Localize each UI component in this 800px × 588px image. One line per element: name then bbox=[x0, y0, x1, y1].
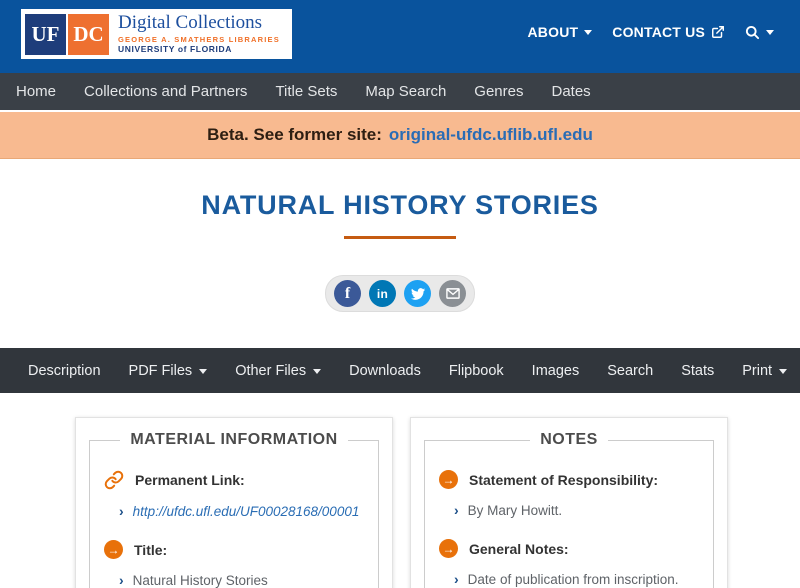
beta-banner: Beta. See former site: original-ufdc.ufl… bbox=[0, 112, 800, 159]
chevron-right-icon: › bbox=[454, 571, 459, 587]
chevron-down-icon bbox=[313, 368, 322, 378]
header-menu: ABOUT CONTACT US bbox=[517, 20, 784, 44]
toolbar-print[interactable]: Print bbox=[728, 363, 800, 379]
arrow-circle-icon: → bbox=[439, 470, 458, 489]
metadata-label-text: Statement of Responsibility: bbox=[469, 471, 659, 488]
menu-item-contact-us[interactable]: CONTACT US bbox=[602, 20, 735, 44]
toolbar-item-label: Description bbox=[28, 362, 101, 379]
nav-item-collections-and-partners[interactable]: Collections and Partners bbox=[70, 74, 261, 109]
chevron-down-icon bbox=[766, 30, 774, 39]
menu-item-label: CONTACT US bbox=[612, 24, 705, 40]
nav-item-home[interactable]: Home bbox=[2, 74, 70, 109]
panel-fieldset: NOTES → Statement of Responsibility: › By Ma… bbox=[424, 431, 714, 588]
metadata-value-row: › Natural History Stories bbox=[119, 572, 364, 588]
beta-banner-text: Beta. See former site: bbox=[207, 125, 382, 144]
chevron-right-icon: › bbox=[119, 572, 124, 588]
chevron-right-icon: › bbox=[454, 502, 459, 518]
search-icon bbox=[745, 25, 760, 40]
toolbar-other-files[interactable]: Other Files bbox=[221, 363, 335, 379]
panel-notes: NOTES → Statement of Responsibility: › By Ma… bbox=[410, 417, 728, 588]
metadata-value-row: › By Mary Howitt. bbox=[454, 502, 699, 518]
item-toolbar: Description PDF Files Other Files Downloads… bbox=[0, 348, 800, 393]
metadata-label-text: General Notes: bbox=[469, 540, 569, 557]
arrow-circle-icon: → bbox=[439, 539, 458, 558]
metadata-value-text: By Mary Howitt. bbox=[467, 503, 563, 518]
metadata-value-text: Natural History Stories bbox=[132, 573, 268, 588]
former-site-link[interactable]: original-ufdc.uflib.ufl.edu bbox=[389, 125, 593, 145]
metadata-label-title: → Title: bbox=[104, 540, 364, 559]
toolbar-pdf-files[interactable]: PDF Files bbox=[115, 363, 222, 379]
toolbar-item-label: Print bbox=[742, 362, 773, 379]
permanent-link[interactable]: http://ufdc.ufl.edu/UF00028168/00001 bbox=[133, 504, 360, 519]
toolbar-downloads[interactable]: Downloads bbox=[335, 363, 435, 379]
nav-item-map-search[interactable]: Map Search bbox=[351, 74, 460, 109]
panels: MATERIAL INFORMATION Permanent Link: › http… bbox=[0, 393, 800, 588]
metadata-value-text: Date of publication from inscription. bbox=[467, 572, 679, 587]
share-email-button[interactable] bbox=[439, 280, 466, 307]
toolbar-description[interactable]: Description bbox=[14, 363, 115, 379]
metadata-label-text: Title: bbox=[134, 541, 168, 558]
dc-logo-mark: DC bbox=[68, 13, 109, 55]
chevron-down-icon bbox=[584, 30, 593, 39]
metadata-label-statement-of-responsibility: → Statement of Responsibility: bbox=[439, 470, 699, 489]
page: UF DC Digital Collections GEORGE A. SMAT… bbox=[0, 0, 800, 588]
link-icon bbox=[104, 470, 124, 490]
page-title: NATURAL HISTORY STORIES bbox=[201, 190, 599, 220]
chevron-down-icon bbox=[779, 368, 788, 378]
share-linkedin-button[interactable]: in bbox=[369, 280, 396, 307]
hero: NATURAL HISTORY STORIES f in bbox=[0, 159, 800, 312]
metadata-value-row: › Date of publication from inscription. bbox=[454, 571, 699, 587]
metadata-label-text: Permanent Link: bbox=[135, 472, 245, 488]
external-link-icon bbox=[711, 25, 725, 39]
logo-subtitle: GEORGE A. SMATHERS LIBRARIES bbox=[118, 35, 280, 45]
metadata-value-row: › http://ufdc.ufl.edu/UF00028168/00001 bbox=[119, 503, 364, 519]
envelope-icon bbox=[445, 288, 460, 299]
social-bar: f in bbox=[325, 275, 475, 312]
toolbar-left: Description PDF Files Other Files Downloads… bbox=[14, 363, 667, 379]
menu-item-search[interactable] bbox=[735, 21, 784, 44]
share-twitter-button[interactable] bbox=[404, 280, 431, 307]
metadata-label-permanent-link: Permanent Link: bbox=[104, 470, 364, 490]
panel-title: NOTES bbox=[540, 431, 598, 448]
toolbar-item-label: Flipbook bbox=[448, 362, 504, 379]
toolbar-item-label: Images bbox=[531, 362, 580, 379]
panel-material-information: MATERIAL INFORMATION Permanent Link: › http… bbox=[75, 417, 393, 588]
toolbar-item-label: Search bbox=[607, 362, 654, 379]
toolbar-right: StatsPrintSend bbox=[667, 363, 800, 379]
chevron-right-icon: › bbox=[119, 503, 124, 519]
uf-logo-mark: UF bbox=[25, 13, 66, 55]
menu-item-about[interactable]: ABOUT bbox=[517, 20, 602, 44]
toolbar-item-label: Other Files bbox=[235, 362, 307, 379]
panel-fieldset: MATERIAL INFORMATION Permanent Link: › http… bbox=[89, 431, 379, 588]
toolbar-stats[interactable]: Stats bbox=[667, 363, 728, 379]
share-facebook-button[interactable]: f bbox=[334, 280, 361, 307]
toolbar-images[interactable]: Images bbox=[518, 363, 594, 379]
nav-item-title-sets[interactable]: Title Sets bbox=[261, 74, 351, 109]
toolbar-search[interactable]: Search bbox=[593, 363, 667, 379]
toolbar-flipbook[interactable]: Flipbook bbox=[435, 363, 518, 379]
nav-item-dates[interactable]: Dates bbox=[537, 74, 604, 109]
arrow-circle-icon: → bbox=[104, 540, 123, 559]
toolbar-item-label: PDF Files bbox=[128, 362, 193, 379]
twitter-bird-icon bbox=[410, 287, 425, 300]
logo-institution: UNIVERSITY of FLORIDA bbox=[118, 44, 232, 55]
main-nav: Home Collections and Partners Title Sets Ma… bbox=[0, 73, 800, 110]
nav-item-genres[interactable]: Genres bbox=[460, 74, 537, 109]
toolbar-item-label: Stats bbox=[681, 362, 715, 379]
logo-text: Digital Collections GEORGE A. SMATHERS L… bbox=[118, 12, 280, 55]
logo-title: Digital Collections bbox=[118, 12, 263, 34]
panel-title: MATERIAL INFORMATION bbox=[130, 431, 338, 448]
metadata-label-general-notes: → General Notes: bbox=[439, 539, 699, 558]
ufdc-logo[interactable]: UF DC Digital Collections GEORGE A. SMAT… bbox=[21, 9, 292, 59]
chevron-down-icon bbox=[199, 368, 208, 378]
site-header: UF DC Digital Collections GEORGE A. SMAT… bbox=[0, 0, 800, 73]
menu-item-label: ABOUT bbox=[527, 24, 579, 40]
toolbar-item-label: Downloads bbox=[349, 362, 421, 379]
